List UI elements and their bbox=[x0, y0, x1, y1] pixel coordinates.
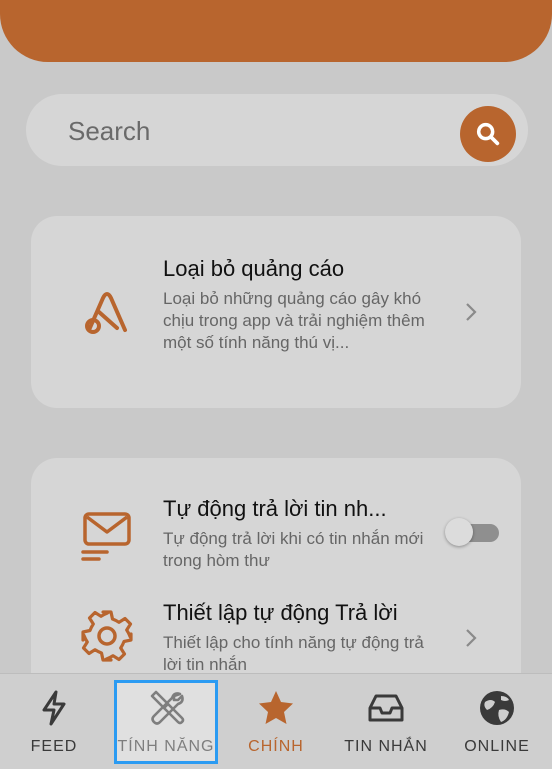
feature-description: Tự động trả lời khi có tin nhắn mới tron… bbox=[163, 529, 424, 570]
globe-icon bbox=[480, 691, 514, 725]
inbox-icon bbox=[368, 694, 404, 722]
chevron-right-icon bbox=[466, 629, 477, 647]
search-input[interactable] bbox=[66, 112, 450, 150]
search-bar[interactable] bbox=[26, 94, 528, 166]
bottom-navigation: FEED TÍNH NĂNG CHÍNH TIN NHẮN ONLINE bbox=[0, 673, 552, 769]
nav-label: FEED bbox=[30, 738, 78, 755]
nav-features-highlight bbox=[114, 680, 218, 764]
auto-reply-card: Tự động trả lời tin nh... Tự động trả lờ… bbox=[31, 458, 521, 698]
nav-label: ONLINE bbox=[464, 738, 530, 755]
lightning-icon bbox=[42, 690, 66, 726]
nav-feed[interactable]: FEED bbox=[0, 674, 108, 769]
nav-messages[interactable]: TIN NHẮN bbox=[330, 674, 442, 769]
nav-main[interactable]: CHÍNH bbox=[222, 674, 330, 769]
remove-ads-card[interactable]: Loại bỏ quảng cáo Loại bỏ những quảng cá… bbox=[31, 216, 521, 408]
star-icon bbox=[259, 691, 293, 724]
auto-reply-row[interactable]: Tự động trả lời tin nh... Tự động trả lờ… bbox=[31, 458, 521, 578]
nav-label: TIN NHẮN bbox=[344, 738, 428, 755]
mail-icon bbox=[81, 512, 131, 561]
search-icon bbox=[476, 122, 500, 146]
toggle-knob bbox=[445, 518, 473, 546]
feature-title: Tự động trả lời tin nh... bbox=[163, 496, 387, 521]
feature-description: Loại bỏ những quảng cáo gây khó chịu tro… bbox=[163, 289, 425, 352]
nav-online[interactable]: ONLINE bbox=[442, 674, 552, 769]
gear-icon bbox=[81, 610, 133, 662]
chevron-right-icon bbox=[466, 303, 477, 321]
search-button[interactable] bbox=[460, 106, 516, 162]
ads-a-icon bbox=[85, 292, 127, 334]
feature-title: Loại bỏ quảng cáo bbox=[163, 256, 345, 281]
header-banner bbox=[0, 0, 552, 62]
feature-title: Thiết lập tự động Trả lời bbox=[163, 600, 398, 625]
auto-reply-toggle[interactable] bbox=[445, 518, 499, 546]
nav-label: CHÍNH bbox=[248, 738, 304, 755]
feature-description: Thiết lập cho tính năng tự động trả lời … bbox=[163, 633, 424, 674]
